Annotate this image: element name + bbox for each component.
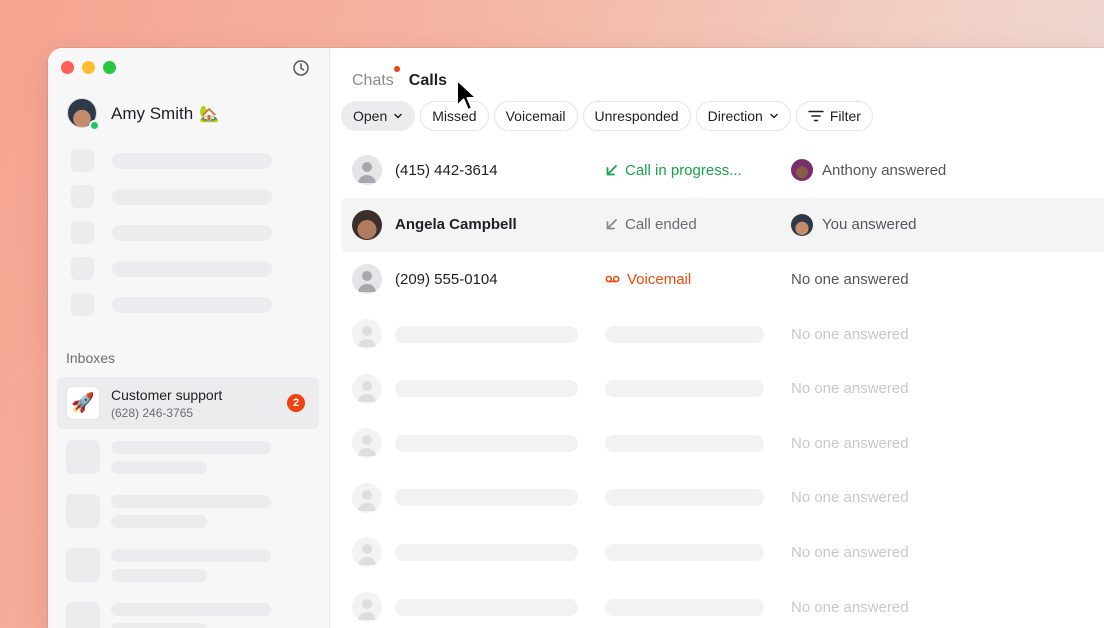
answered-by: You answered <box>791 213 917 236</box>
filter-open-label: Open <box>353 108 388 124</box>
answered-by: Anthony answered <box>791 159 947 182</box>
caller-name: (415) 442-3614 <box>395 161 498 179</box>
answered-by-label: No one answered <box>791 270 909 288</box>
unread-count-badge: 2 <box>287 394 305 412</box>
user-profile[interactable]: Amy Smith 🏡 <box>67 98 220 131</box>
filter-direction-dropdown[interactable]: Direction <box>695 101 791 131</box>
filter-button-label: Filter <box>829 108 861 124</box>
call-row[interactable]: (209) 555-0104 Voicemail No one answered <box>341 252 1104 307</box>
call-status-label: Call ended <box>625 216 697 234</box>
filter-open-dropdown[interactable]: Open <box>341 101 416 131</box>
incoming-arrow-icon <box>606 164 617 176</box>
answered-by-label: No one answered <box>791 434 909 452</box>
rocket-icon: 🚀 <box>66 386 100 420</box>
skeleton-inbox <box>66 440 271 474</box>
contact-avatar-icon <box>352 319 382 350</box>
contact-avatar-icon <box>352 537 382 568</box>
skeleton-call-row: No one answered <box>341 307 1104 362</box>
avatar <box>791 159 813 182</box>
skeleton-nav-item <box>71 185 272 208</box>
skeleton-nav-item <box>71 257 272 280</box>
answered-by: No one answered <box>791 271 909 288</box>
contact-avatar-icon <box>352 373 382 404</box>
app-window: Amy Smith 🏡 Inboxes 🚀 Customer support (… <box>48 48 1104 628</box>
inbox-customer-support[interactable]: 🚀 Customer support (628) 246-3765 2 <box>57 377 319 429</box>
filter-unresponded[interactable]: Unresponded <box>582 101 691 131</box>
filter-voicemail[interactable]: Voicemail <box>493 101 578 131</box>
call-status: Call in progress... <box>605 162 742 179</box>
caller-name: Angela Campbell <box>395 216 517 234</box>
contact-avatar-icon <box>352 264 382 295</box>
clock-icon[interactable] <box>292 59 310 77</box>
skeleton-call-row: No one answered <box>341 416 1104 471</box>
filter-icon <box>808 110 824 122</box>
skeleton-call-row: No one answered <box>341 525 1104 580</box>
chevron-down-icon <box>394 113 402 119</box>
voicemail-icon <box>605 276 620 283</box>
contact-avatar-icon <box>352 155 382 186</box>
contact-avatar <box>352 209 382 240</box>
tab-chats-label: Chats <box>352 72 394 89</box>
contact-avatar-icon <box>352 482 382 513</box>
user-name: Amy Smith <box>111 104 194 123</box>
skeleton-call-row: No one answered <box>341 580 1104 628</box>
maximize-window-button[interactable] <box>103 61 116 74</box>
sidebar: Amy Smith 🏡 Inboxes 🚀 Customer support (… <box>48 48 330 628</box>
chevron-down-icon <box>770 113 778 119</box>
calls-list: (415) 442-3614 Call in progress... Antho… <box>341 143 1104 628</box>
filter-voicemail-label: Voicemail <box>505 108 566 124</box>
unread-dot <box>393 66 400 72</box>
filter-bar: Open Missed Voicemail Unresponded Direct… <box>341 101 873 131</box>
answered-by-label: Anthony answered <box>822 161 947 179</box>
answered-by-label: No one answered <box>791 489 909 507</box>
tab-calls-label: Calls <box>408 72 448 89</box>
user-status-emoji: 🏡 <box>199 106 220 123</box>
online-status-indicator <box>89 120 100 131</box>
inbox-name: Customer support <box>111 386 223 403</box>
inbox-phone: (628) 246-3765 <box>111 405 194 420</box>
answered-by-label: No one answered <box>791 325 909 343</box>
contact-avatar-icon <box>352 592 382 623</box>
avatar <box>791 213 813 236</box>
answered-by-label: You answered <box>822 216 917 234</box>
tab-bar: Chats Calls <box>352 66 447 90</box>
call-status-label: Voicemail <box>627 270 692 288</box>
call-status-label: Call in progress... <box>625 161 742 179</box>
minimize-window-button[interactable] <box>82 61 95 74</box>
answered-by-label: No one answered <box>791 380 909 398</box>
skeleton-inbox <box>66 548 271 582</box>
contact-avatar-icon <box>352 428 382 459</box>
main-panel: Chats Calls Open Missed Voicemail Unresp… <box>330 48 1104 628</box>
avatar <box>67 98 100 131</box>
answered-by-label: No one answered <box>791 543 909 561</box>
skeleton-inbox <box>66 494 271 528</box>
skeleton-nav-item <box>71 221 272 244</box>
skeleton-nav-item <box>71 293 272 316</box>
incoming-arrow-icon <box>606 219 617 230</box>
filter-button[interactable]: Filter <box>795 101 873 131</box>
window-controls <box>61 61 116 74</box>
call-status: Call ended <box>605 216 697 233</box>
tab-chats[interactable]: Chats <box>352 66 400 90</box>
mouse-cursor-icon <box>456 79 478 111</box>
skeleton-inbox <box>66 602 271 628</box>
tab-calls[interactable]: Calls <box>409 72 447 90</box>
filter-direction-label: Direction <box>707 108 763 124</box>
call-row[interactable]: Angela Campbell Call ended You answered <box>341 197 1104 253</box>
skeleton-call-row: No one answered <box>341 361 1104 416</box>
skeleton-nav-item <box>71 149 272 172</box>
call-status: Voicemail <box>605 271 691 288</box>
call-row[interactable]: (415) 442-3614 Call in progress... Antho… <box>341 143 1104 198</box>
answered-by-label: No one answered <box>791 598 909 616</box>
close-window-button[interactable] <box>61 61 74 74</box>
skeleton-call-row: No one answered <box>341 471 1104 526</box>
inboxes-heading: Inboxes <box>66 350 116 366</box>
filter-unresponded-label: Unresponded <box>594 108 679 124</box>
caller-name: (209) 555-0104 <box>395 270 498 288</box>
